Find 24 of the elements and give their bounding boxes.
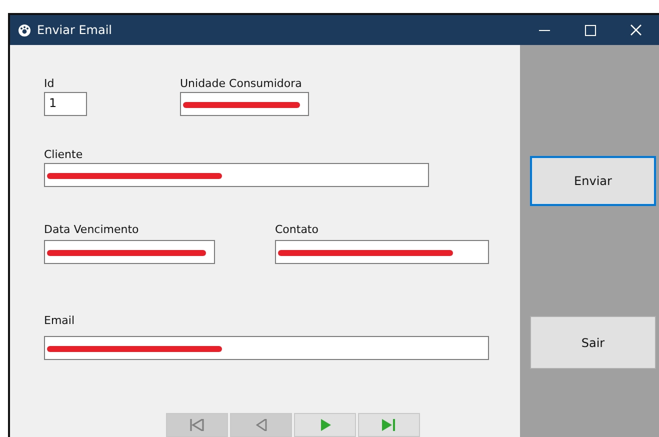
field-label: Data Vencimento [44, 223, 140, 237]
field-label: Cliente [44, 148, 84, 162]
field-label: Id [44, 77, 56, 91]
navigation-button[interactable] [294, 413, 356, 437]
input-field[interactable] [180, 92, 309, 116]
input-field[interactable] [44, 163, 429, 187]
app-icon [18, 24, 31, 36]
next-icon [320, 419, 330, 431]
input-field[interactable] [44, 240, 215, 264]
input-field[interactable]: 1 [44, 92, 87, 116]
field-label: Email [44, 314, 76, 328]
input-field[interactable] [44, 336, 489, 360]
first-record-icon [190, 419, 204, 431]
close-icon [630, 24, 642, 36]
field-label: Unidade Consumidora [180, 77, 303, 91]
action-button[interactable]: Sair [530, 316, 656, 369]
previous-icon [256, 419, 266, 431]
input-field[interactable] [275, 240, 489, 264]
maximize-icon [584, 24, 596, 36]
field-label: Contato [275, 223, 320, 237]
window-title: Enviar Email [37, 23, 114, 37]
navigation-button[interactable] [358, 413, 420, 437]
last-record-icon [382, 419, 396, 431]
action-button[interactable]: Enviar [530, 156, 656, 206]
